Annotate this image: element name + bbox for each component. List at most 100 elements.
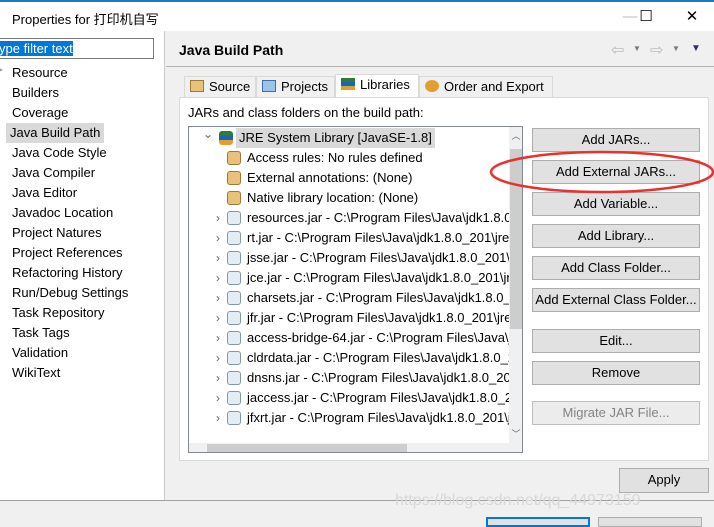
tab-source[interactable]: Source [184, 76, 256, 97]
jar-icon [227, 291, 241, 305]
build-path-label: JARs and class folders on the build path… [188, 105, 424, 120]
tree-row[interactable]: › charsets.jar - C:\Program Files\Java\jd… [189, 288, 509, 308]
tree-row[interactable]: › rt.jar - C:\Program Files\Java\jdk1.8.0… [189, 228, 509, 248]
cancel-button[interactable] [598, 517, 702, 527]
tree-row-label: rt.jar - C:\Program Files\Java\jdk1.8.0_… [247, 230, 509, 245]
tree-row[interactable]: Access rules: No rules defined [189, 148, 509, 168]
jar-icon [227, 251, 241, 265]
sidebar-item-validation[interactable]: Validation [10, 343, 70, 363]
expand-icon[interactable]: › [211, 328, 225, 348]
expand-icon[interactable]: › [211, 208, 225, 228]
sidebar-item-wikitext[interactable]: WikiText [10, 363, 62, 383]
sidebar-item-project-references[interactable]: Project References [10, 243, 125, 263]
sidebar-item-coverage[interactable]: Coverage [10, 103, 70, 123]
build-path-tree[interactable]: ⌄ JRE System Library [JavaSE-1.8] Access r… [188, 126, 523, 453]
tab-libraries[interactable]: Libraries [335, 74, 419, 97]
add-external-class-folder-button[interactable]: Add External Class Folder... [532, 288, 700, 312]
source-folder-icon [190, 80, 204, 92]
tab-projects[interactable]: Projects [256, 76, 335, 97]
expand-icon[interactable]: › [211, 268, 225, 288]
tree-row-label: Native library location: (None) [247, 190, 419, 205]
property-icon [227, 171, 241, 185]
filter-input[interactable]: ype filter text [0, 38, 154, 59]
tree-row-label: Access rules: No rules defined [247, 150, 423, 165]
tree-row[interactable]: › jsse.jar - C:\Program Files\Java\jdk1.8… [189, 248, 509, 268]
view-menu-button[interactable]: ▼ [691, 43, 701, 54]
horizontal-scroll-thumb[interactable] [207, 444, 407, 452]
tree-row[interactable]: › jaccess.jar - C:\Program Files\Java\jdk… [189, 388, 509, 408]
scroll-down-icon[interactable]: ﹀ [509, 425, 522, 443]
edit-button[interactable]: Edit... [532, 329, 700, 353]
tab-order-and-export[interactable]: Order and Export [419, 76, 553, 97]
tree-row[interactable]: Native library location: (None) [189, 188, 509, 208]
forward-menu-icon[interactable]: ▼ [672, 44, 680, 53]
tree-row-label: jce.jar - C:\Program Files\Java\jdk1.8.0… [247, 270, 509, 285]
sidebar-item-java-compiler[interactable]: Java Compiler [10, 163, 97, 183]
add-library-button[interactable]: Add Library... [532, 224, 700, 248]
remove-button[interactable]: Remove [532, 361, 700, 385]
highlight-ellipse [489, 150, 714, 194]
jar-icon [227, 271, 241, 285]
tree-row-label: jsse.jar - C:\Program Files\Java\jdk1.8.… [247, 250, 509, 265]
property-icon [227, 151, 241, 165]
expand-icon[interactable]: › [211, 368, 225, 388]
sidebar-item-project-natures[interactable]: Project Natures [10, 223, 104, 243]
window-title: Properties for 打印机自写 [12, 12, 159, 27]
jar-icon [227, 231, 241, 245]
sidebar-item-task-repository[interactable]: Task Repository [10, 303, 106, 323]
jar-icon [227, 351, 241, 365]
horizontal-scrollbar[interactable] [189, 443, 522, 452]
property-icon [227, 191, 241, 205]
tree-row[interactable]: › jfr.jar - C:\Program Files\Java\jdk1.8.… [189, 308, 509, 328]
sidebar-item-java-editor[interactable]: Java Editor [10, 183, 79, 203]
apply-button[interactable]: Apply [619, 468, 709, 493]
sidebar-item-java-build-path[interactable]: Java Build Path [6, 123, 105, 143]
tree-row[interactable]: ⌄ JRE System Library [JavaSE-1.8] [189, 128, 509, 148]
tree-row-label: cldrdata.jar - C:\Program Files\Java\jdk… [247, 350, 509, 365]
expand-icon[interactable]: › [211, 408, 225, 428]
tree-row[interactable]: › cldrdata.jar - C:\Program Files\Java\jd… [189, 348, 509, 368]
expand-icon[interactable]: › [211, 308, 225, 328]
tree-row[interactable]: › dnsns.jar - C:\Program Files\Java\jdk1.… [189, 368, 509, 388]
tree-row[interactable]: External annotations: (None) [189, 168, 509, 188]
maximize-button[interactable]: ☐ [626, 6, 666, 28]
expand-icon[interactable]: › [211, 348, 225, 368]
watermark: https://blog.csdn.net/qq_44973159 [395, 492, 641, 509]
close-button[interactable]: ✕ [672, 6, 712, 28]
sidebar-item-refactoring-history[interactable]: Refactoring History [10, 263, 125, 283]
expand-icon[interactable]: › [211, 248, 225, 268]
tree-row[interactable]: › jfxrt.jar - C:\Program Files\Java\jdk1.… [189, 408, 509, 428]
sidebar-item-resource[interactable]: Resource [10, 63, 70, 83]
library-icon [219, 131, 233, 145]
tree-row-label: jfxrt.jar - C:\Program Files\Java\jdk1.8… [247, 410, 509, 425]
expand-icon[interactable]: › [211, 288, 225, 308]
expand-icon[interactable]: › [211, 388, 225, 408]
jar-icon [227, 411, 241, 425]
tree-row-label: charsets.jar - C:\Program Files\Java\jdk… [247, 290, 509, 305]
tree-row[interactable]: › access-bridge-64.jar - C:\Program Files… [189, 328, 509, 348]
jar-icon [227, 211, 241, 225]
sidebar-item-run-debug-settings[interactable]: Run/Debug Settings [10, 283, 130, 303]
tree-row[interactable]: › resources.jar - C:\Program Files\Java\j… [189, 208, 509, 228]
back-button[interactable]: ⇦ [611, 40, 624, 60]
forward-button[interactable]: ⇨ [650, 40, 663, 60]
sidebar-item-task-tags[interactable]: Task Tags [10, 323, 72, 343]
back-menu-icon[interactable]: ▼ [633, 44, 641, 53]
ok-button[interactable] [486, 517, 590, 527]
library-icon [341, 78, 355, 90]
collapse-icon[interactable]: ⌄ [201, 128, 215, 144]
sidebar-item-builders[interactable]: Builders [10, 83, 61, 103]
migrate-jar-file-button[interactable]: Migrate JAR File... [532, 401, 700, 425]
tab-label: Projects [281, 79, 328, 94]
sidebar-item-javadoc-location[interactable]: Javadoc Location [10, 203, 115, 223]
jar-icon [227, 311, 241, 325]
tree-row[interactable]: › jce.jar - C:\Program Files\Java\jdk1.8.… [189, 268, 509, 288]
expand-icon[interactable]: › [211, 228, 225, 248]
tree-row-label: jaccess.jar - C:\Program Files\Java\jdk1… [247, 390, 509, 405]
jar-icon [227, 371, 241, 385]
scroll-up-icon[interactable]: ︿ [509, 127, 522, 145]
sidebar-item-java-code-style[interactable]: Java Code Style [10, 143, 109, 163]
add-class-folder-button[interactable]: Add Class Folder... [532, 256, 700, 280]
expand-icon[interactable]: ▸ [0, 65, 3, 74]
projects-folder-icon [262, 80, 276, 92]
